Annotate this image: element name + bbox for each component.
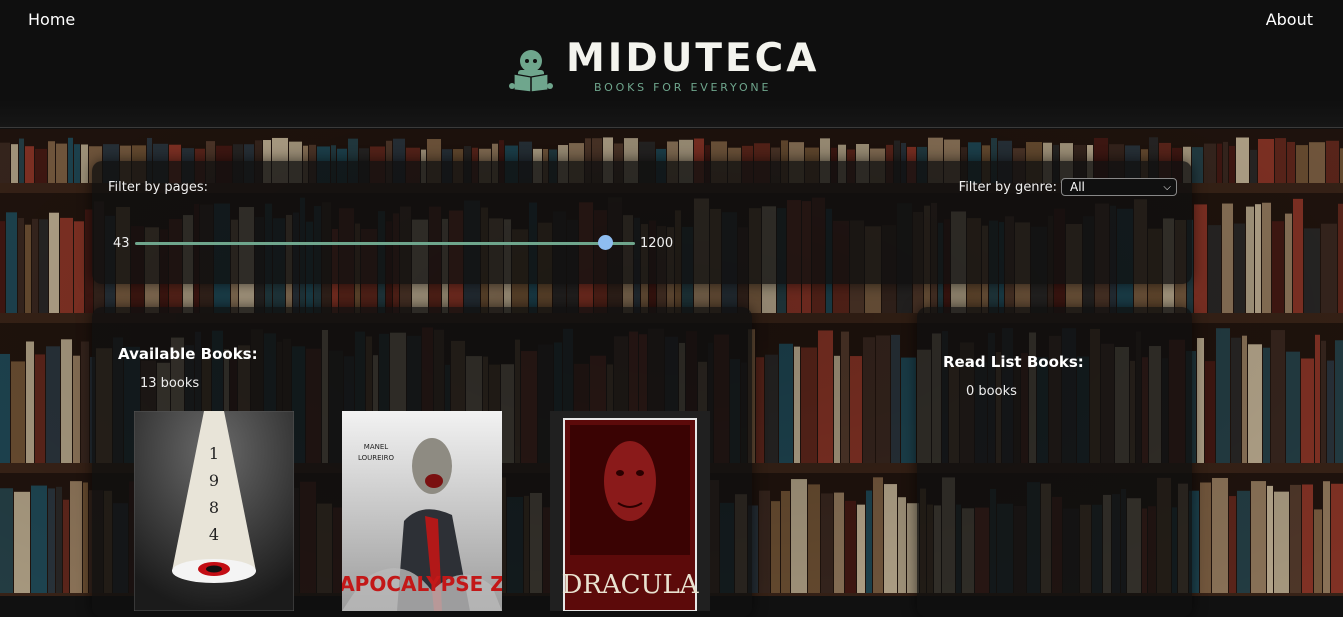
svg-text:1: 1	[209, 444, 219, 463]
available-books-count: 13 books	[140, 376, 200, 391]
readlist-panel: Read List Books: 0 books	[917, 307, 1192, 617]
book-cover-1984[interactable]: 1 9 8 4	[134, 411, 294, 611]
nav-about-link[interactable]: About	[1266, 10, 1313, 29]
available-books-title: Available Books:	[118, 345, 258, 363]
brand-title: MIDUTECA	[566, 36, 820, 81]
readlist-title: Read List Books:	[943, 353, 1084, 371]
nav-home-link[interactable]: Home	[28, 10, 75, 29]
svg-text:4: 4	[209, 525, 219, 544]
svg-text:LOUREIRO: LOUREIRO	[358, 454, 394, 462]
book-cover-dracula[interactable]: DRACULA	[550, 411, 710, 611]
pages-filter-label: Filter by pages:	[108, 180, 209, 195]
readlist-count: 0 books	[966, 384, 1017, 399]
slider-track[interactable]	[135, 242, 635, 245]
chevron-down-icon: ⌵	[1163, 182, 1171, 193]
slider-thumb[interactable]	[598, 235, 613, 250]
site-header: Home About MIDUTECA BOOKS FOR EVERYONE	[0, 0, 1343, 128]
book-cover-apocalypse-z[interactable]: MANEL LOUREIRO APOCALYPSE Z	[342, 411, 502, 611]
svg-text:APOCALYPSE Z: APOCALYPSE Z	[342, 572, 502, 596]
pages-min-value: 43	[113, 236, 130, 251]
pages-range-slider[interactable]	[135, 235, 635, 250]
genre-select-value: All	[1070, 180, 1085, 194]
genre-select[interactable]: All ⌵	[1061, 178, 1177, 196]
brand-subtitle: BOOKS FOR EVERYONE	[594, 81, 772, 94]
reader-mascot-icon	[509, 50, 553, 92]
svg-text:9: 9	[209, 471, 219, 490]
genre-filter-label: Filter by genre:	[958, 179, 1057, 195]
svg-text:8: 8	[209, 498, 219, 517]
filter-panel: Filter by pages: Filter by genre: All ⌵ …	[92, 161, 1192, 284]
genre-filter: Filter by genre: All ⌵	[959, 178, 1177, 196]
brand-logo[interactable]: MIDUTECA BOOKS FOR EVERYONE	[508, 38, 838, 94]
available-books-panel: Available Books: 13 books 1 9 8 4 MANEL …	[92, 307, 752, 617]
pages-max-value: 1200	[640, 236, 674, 251]
svg-text:MANEL: MANEL	[364, 443, 388, 451]
